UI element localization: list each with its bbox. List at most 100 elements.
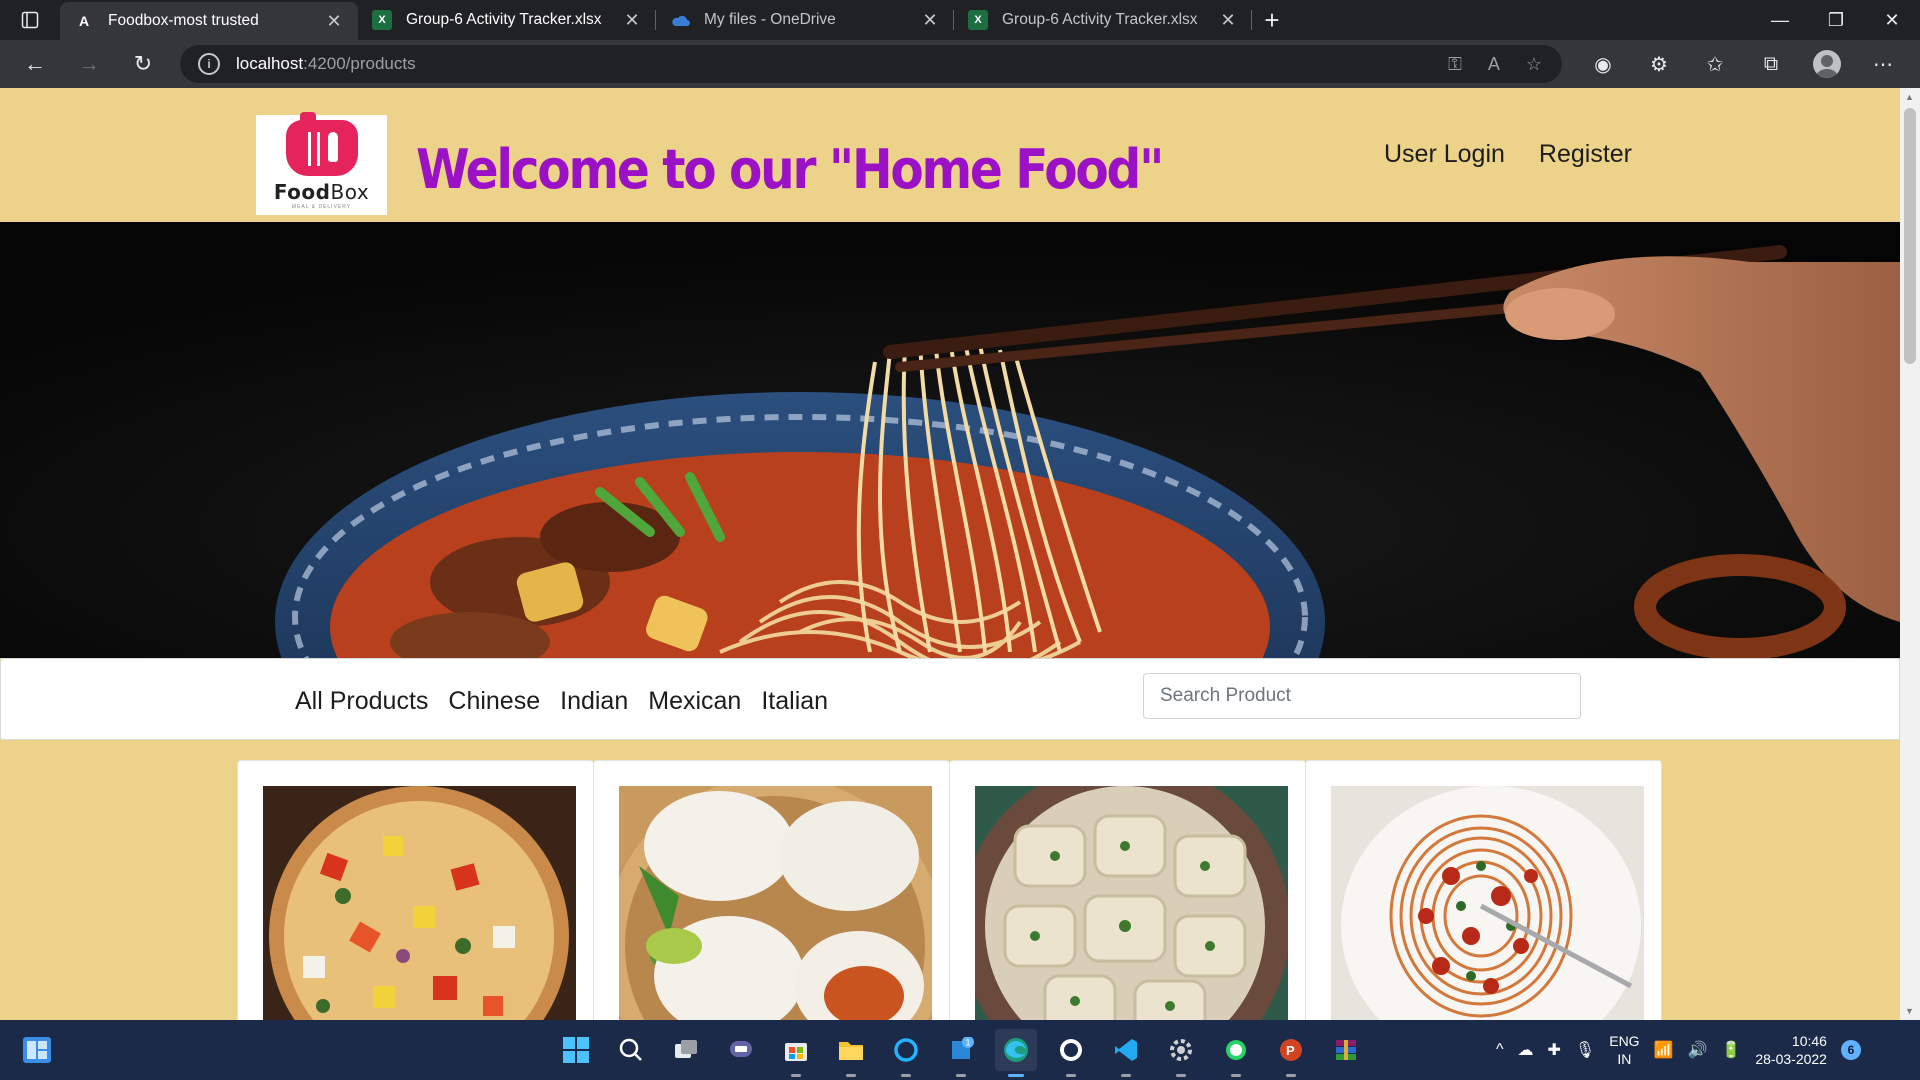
svg-text:P: P bbox=[1286, 1043, 1295, 1058]
product-card[interactable] bbox=[1305, 760, 1662, 1020]
key-icon[interactable]: ⚿ bbox=[1448, 54, 1462, 75]
system-tray: ^ ☁ ✚ 🎙 ENG IN 📶 🔊 🔋 10:46 28-03-2022 6 bbox=[1496, 1020, 1861, 1080]
ravioli-image[interactable] bbox=[975, 786, 1288, 1020]
pizza-image[interactable] bbox=[263, 786, 576, 1020]
read-aloud-icon[interactable]: A bbox=[1488, 54, 1500, 75]
record-icon[interactable]: ◉ bbox=[1575, 52, 1631, 77]
whatsapp-icon[interactable] bbox=[1215, 1029, 1257, 1077]
winrar-icon[interactable] bbox=[1325, 1029, 1367, 1071]
cortana-icon[interactable] bbox=[885, 1029, 927, 1077]
profile-avatar[interactable] bbox=[1799, 50, 1855, 78]
language-indicator[interactable]: ENG IN bbox=[1609, 1032, 1639, 1068]
antivirus-icon[interactable]: ✚ bbox=[1548, 1040, 1561, 1060]
github-icon[interactable] bbox=[1050, 1029, 1092, 1077]
page-viewport: FoodBox MEAL & DELIVERY Welcome to our "… bbox=[0, 88, 1920, 1020]
scroll-down-icon[interactable]: ▼ bbox=[1905, 1006, 1914, 1016]
product-card[interactable] bbox=[593, 760, 950, 1020]
site-header: FoodBox MEAL & DELIVERY Welcome to our "… bbox=[0, 88, 1900, 222]
file-explorer-icon[interactable] bbox=[830, 1029, 872, 1077]
onedrive-cloud-icon bbox=[670, 10, 690, 30]
clock[interactable]: 10:46 28-03-2022 bbox=[1755, 1032, 1827, 1068]
microsoft-store-icon[interactable] bbox=[775, 1029, 817, 1077]
category-chinese[interactable]: Chinese bbox=[448, 687, 540, 716]
register-link[interactable]: Register bbox=[1539, 140, 1632, 169]
product-card[interactable] bbox=[237, 760, 594, 1020]
teams-chat-icon[interactable] bbox=[720, 1029, 762, 1071]
scrollbar-thumb[interactable] bbox=[1904, 108, 1916, 364]
logo-mark bbox=[285, 112, 358, 176]
show-hidden-icons-chevron-up-icon[interactable]: ^ bbox=[1496, 1041, 1504, 1059]
collections-icon[interactable]: ⧉ bbox=[1743, 53, 1799, 76]
category-all-products[interactable]: All Products bbox=[295, 687, 428, 716]
start-icon[interactable] bbox=[555, 1029, 597, 1071]
toolbar-right: ◉ ⚙ ✩ ⧉ ⋯ bbox=[1575, 40, 1911, 88]
microphone-icon[interactable]: 🎙 bbox=[1575, 1040, 1595, 1060]
page-scrollbar[interactable]: ▲ ▼ bbox=[1900, 88, 1920, 1020]
category-italian[interactable]: Italian bbox=[761, 687, 828, 716]
product-card[interactable] bbox=[949, 760, 1306, 1020]
settings-gear-icon[interactable] bbox=[1160, 1029, 1202, 1077]
clock-date: 28-03-2022 bbox=[1755, 1051, 1827, 1067]
more-options-icon[interactable]: ⋯ bbox=[1855, 52, 1911, 77]
category-mexican[interactable]: Mexican bbox=[648, 687, 741, 716]
category-bar: All Products Chinese Indian Mexican Ital… bbox=[0, 658, 1900, 740]
product-grid bbox=[237, 760, 1662, 1020]
add-favorite-icon[interactable]: ☆ bbox=[1526, 54, 1542, 75]
header-nav: User Login Register bbox=[1384, 140, 1632, 169]
close-tab-icon[interactable]: ✕ bbox=[920, 10, 940, 31]
browser-toolbar: ← → ↻ i localhost:4200/products ⚿ A ☆ ◉ … bbox=[0, 40, 1920, 88]
angular-icon: A bbox=[78, 13, 90, 29]
foodbox-logo[interactable]: FoodBox MEAL & DELIVERY bbox=[256, 112, 387, 215]
user-login-link[interactable]: User Login bbox=[1384, 140, 1505, 169]
back-icon[interactable]: ← bbox=[8, 44, 62, 84]
svg-text:1: 1 bbox=[966, 1038, 971, 1048]
wifi-icon[interactable]: 📶 bbox=[1654, 1040, 1674, 1060]
scroll-up-icon[interactable]: ▲ bbox=[1905, 92, 1914, 102]
edge-icon[interactable] bbox=[995, 1029, 1037, 1077]
minimize-icon[interactable]: — bbox=[1752, 0, 1808, 40]
url-host: localhost bbox=[236, 54, 304, 73]
extensions-icon[interactable]: ⚙ bbox=[1631, 52, 1687, 77]
excel-icon: X bbox=[372, 10, 392, 30]
window-controls: — ❐ ✕ bbox=[1752, 0, 1920, 40]
volume-icon[interactable]: 🔊 bbox=[1688, 1040, 1708, 1060]
address-bar[interactable]: i localhost:4200/products ⚿ A ☆ bbox=[180, 45, 1562, 83]
onedrive-error-icon[interactable]: ☁ bbox=[1518, 1040, 1534, 1060]
restore-icon[interactable]: ❐ bbox=[1808, 0, 1864, 40]
tab-strip: A Foodbox-most trusted ✕ X Group-6 Activ… bbox=[0, 0, 1920, 40]
search-icon[interactable] bbox=[610, 1029, 652, 1071]
notification-badge[interactable]: 6 bbox=[1840, 1040, 1861, 1060]
noodle-bowl-illustration bbox=[0, 222, 1900, 658]
tab-title: Group-6 Activity Tracker.xlsx bbox=[406, 11, 602, 28]
vscode-icon[interactable] bbox=[1105, 1029, 1147, 1077]
close-window-icon[interactable]: ✕ bbox=[1864, 0, 1920, 40]
forward-icon[interactable]: → bbox=[62, 44, 116, 84]
search-product-input[interactable] bbox=[1143, 673, 1581, 719]
tab-title: My files - OneDrive bbox=[704, 11, 836, 28]
refresh-icon[interactable]: ↻ bbox=[116, 44, 170, 84]
category-indian[interactable]: Indian bbox=[560, 687, 628, 716]
logo-brand: FoodBox bbox=[273, 180, 370, 204]
close-tab-icon[interactable]: ✕ bbox=[622, 10, 642, 31]
site-info-icon[interactable]: i bbox=[198, 53, 220, 75]
tab-activity-tracker-1[interactable]: X Group-6 Activity Tracker.xlsx ✕ bbox=[358, 0, 656, 40]
task-view-icon[interactable] bbox=[665, 1029, 707, 1071]
close-tab-icon[interactable]: ✕ bbox=[324, 11, 344, 32]
todo-icon[interactable]: 1 bbox=[940, 1029, 982, 1077]
battery-icon[interactable]: 🔋 bbox=[1721, 1040, 1741, 1060]
close-tab-icon[interactable]: ✕ bbox=[1218, 10, 1238, 31]
excel-icon: X bbox=[968, 10, 988, 30]
bao-buns-image[interactable] bbox=[619, 786, 932, 1020]
widgets-icon[interactable] bbox=[22, 1036, 52, 1064]
tab-foodbox[interactable]: A Foodbox-most trusted ✕ bbox=[60, 2, 358, 40]
favorites-icon[interactable]: ✩ bbox=[1687, 52, 1743, 77]
powerpoint-icon[interactable]: P bbox=[1270, 1029, 1312, 1077]
tab-title: Group-6 Activity Tracker.xlsx bbox=[1002, 11, 1198, 28]
tab-actions-icon[interactable] bbox=[0, 0, 60, 40]
spaghetti-image[interactable] bbox=[1331, 786, 1644, 1020]
new-tab-icon[interactable]: + bbox=[1252, 0, 1292, 40]
tab-onedrive[interactable]: My files - OneDrive ✕ bbox=[656, 0, 954, 40]
url-path: :4200/products bbox=[303, 54, 416, 73]
tab-activity-tracker-2[interactable]: X Group-6 Activity Tracker.xlsx ✕ bbox=[954, 0, 1252, 40]
fork-icon bbox=[307, 132, 320, 166]
